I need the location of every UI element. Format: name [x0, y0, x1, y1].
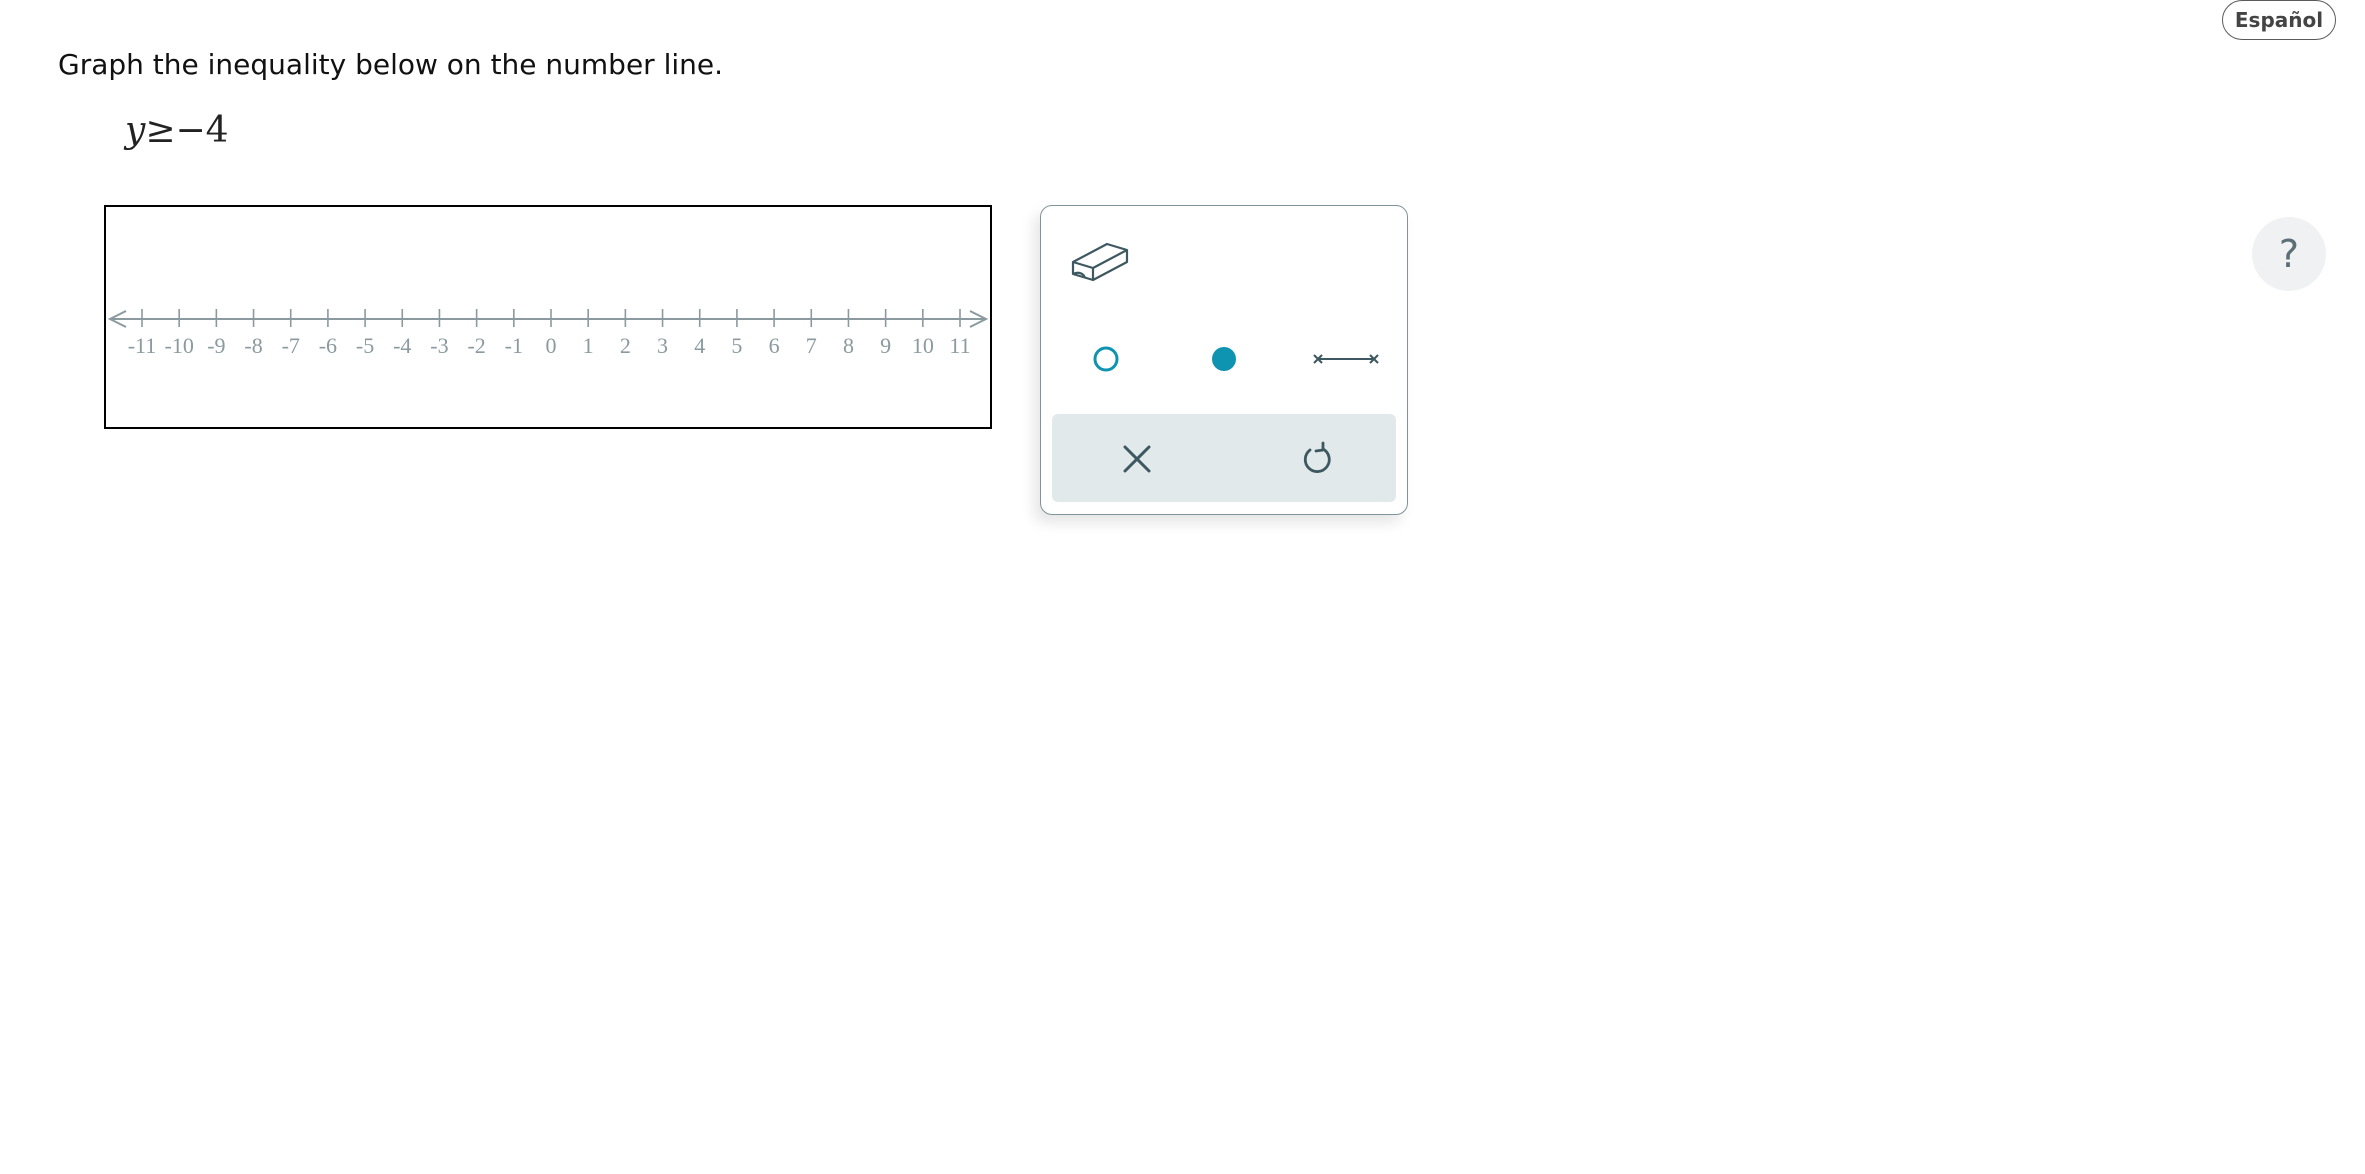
filled-circle-icon	[1212, 347, 1236, 371]
instructions-text: Graph the inequality below on the number…	[58, 48, 724, 81]
tick-label: 2	[620, 333, 631, 358]
help-button[interactable]: ?	[2252, 217, 2326, 291]
tick-label: 5	[731, 333, 742, 358]
tick-label: 7	[806, 333, 817, 358]
tick-label: 10	[912, 333, 934, 358]
tick-label: -3	[430, 333, 448, 358]
number-line-svg[interactable]: -11 -10 -9 -8 -7 -6 -5 -4 -3 -2 -1 0 1 2 3 4 5 6 7 8 9 10 11	[106, 207, 990, 427]
tick-label: -6	[319, 333, 337, 358]
tick-label: -7	[282, 333, 300, 358]
tick-label: 9	[880, 333, 891, 358]
tick-label: 11	[949, 333, 970, 358]
tick-label: -8	[244, 333, 262, 358]
tick-label: 6	[769, 333, 780, 358]
tick-label: 8	[843, 333, 854, 358]
x-icon	[1123, 445, 1151, 473]
tick-label: 0	[546, 333, 557, 358]
eraser-tool-button[interactable]	[1069, 234, 1131, 290]
action-bar	[1052, 414, 1396, 502]
tool-panel	[1040, 205, 1408, 515]
inequality-expression: y≥−4	[125, 110, 229, 151]
tick-label: 4	[694, 333, 705, 358]
segment-icon	[1313, 354, 1379, 364]
undo-button[interactable]	[1287, 434, 1347, 484]
segment-tool-button[interactable]	[1306, 336, 1386, 382]
open-circle-icon	[1093, 346, 1119, 372]
tick-label: -10	[165, 333, 194, 358]
tick-label: -2	[467, 333, 485, 358]
inequality-relation: ≥−4	[145, 110, 229, 151]
tick-label: -5	[356, 333, 374, 358]
open-dot-tool-button[interactable]	[1083, 336, 1129, 382]
tick-label: 3	[657, 333, 668, 358]
clear-button[interactable]	[1107, 434, 1167, 484]
number-line-graph[interactable]: -11 -10 -9 -8 -7 -6 -5 -4 -3 -2 -1 0 1 2 3 4 5 6 7 8 9 10 11	[104, 205, 992, 429]
tick-label: 1	[583, 333, 594, 358]
inequality-variable: y	[125, 110, 146, 151]
undo-icon	[1303, 441, 1331, 473]
eraser-icon	[1071, 242, 1129, 282]
tick-label: -1	[505, 333, 523, 358]
closed-dot-tool-button[interactable]	[1201, 336, 1247, 382]
tick-label: -9	[207, 333, 225, 358]
tick-label: -11	[128, 333, 157, 358]
espanol-button[interactable]: Español	[2222, 0, 2336, 40]
tick-label: -4	[393, 333, 411, 358]
